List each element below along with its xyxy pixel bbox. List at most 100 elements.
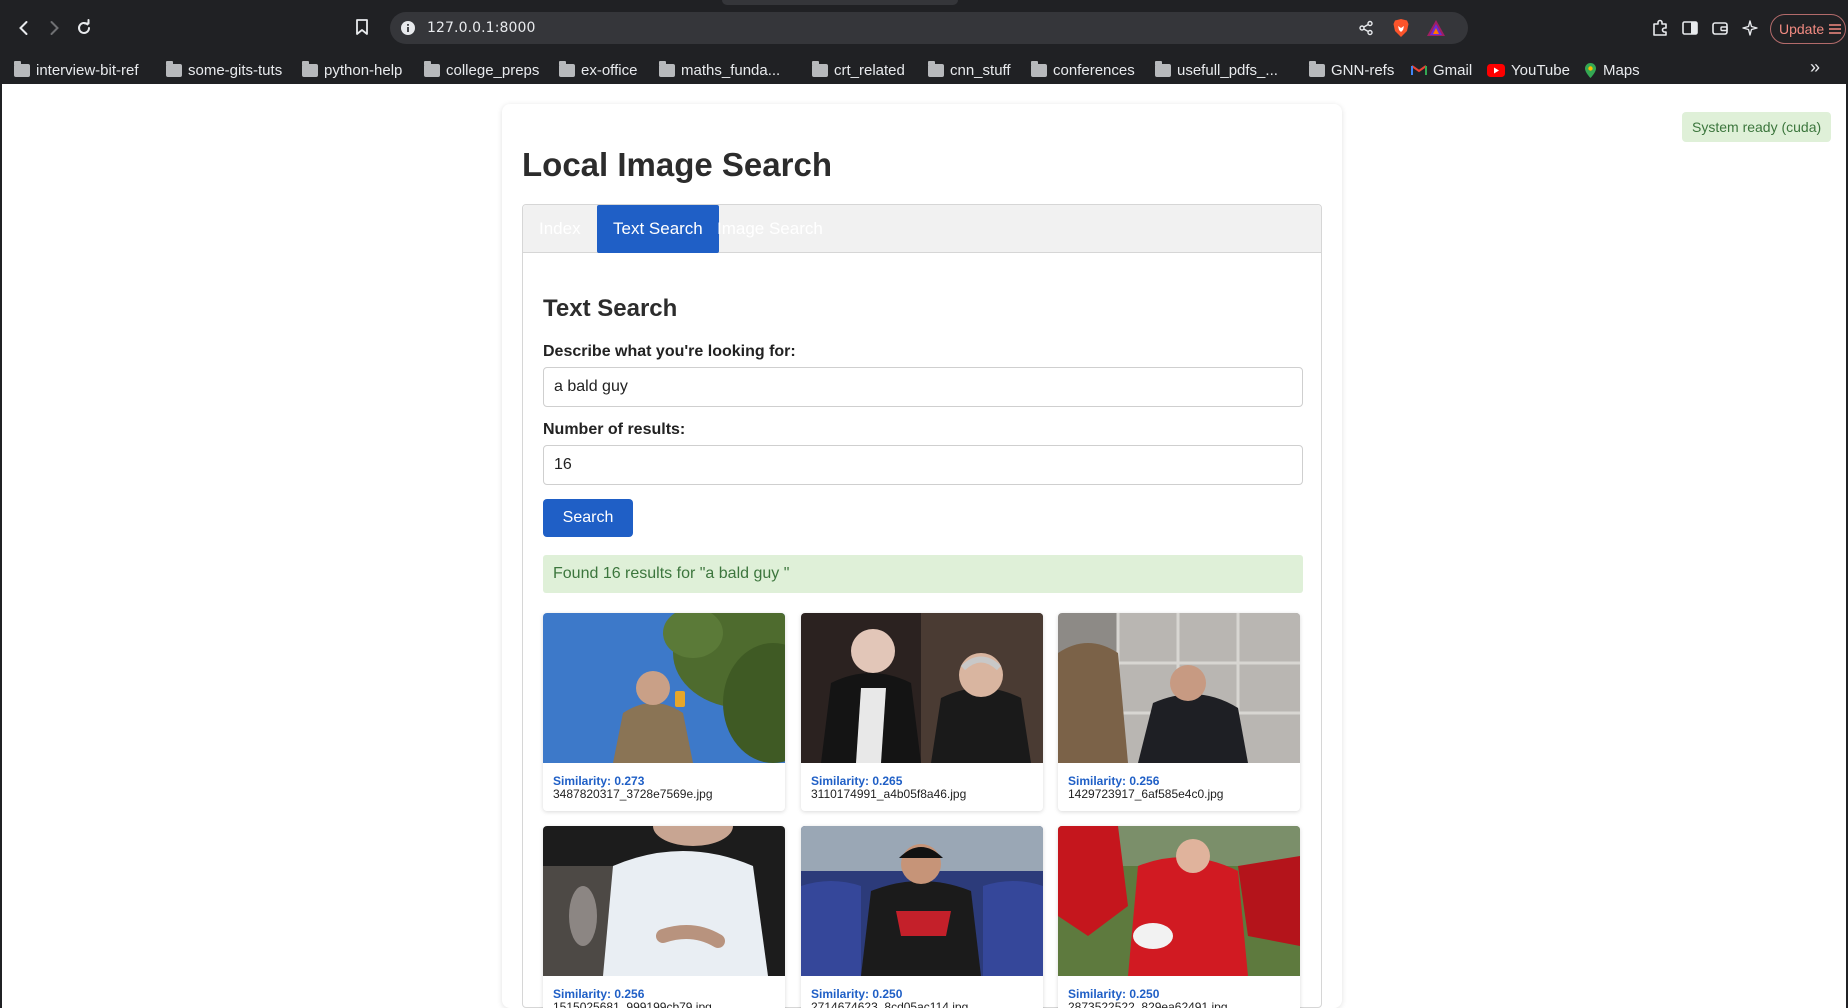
menu-icon — [1829, 24, 1842, 34]
thumbnail-image — [543, 826, 785, 976]
bookmark-some-gits-tuts[interactable]: some-gits-tuts — [166, 56, 282, 84]
wallet-icon[interactable] — [1710, 18, 1730, 38]
search-button[interactable]: Search — [543, 499, 633, 537]
result-thumbnail[interactable] — [801, 826, 1043, 976]
bookmark-label: cnn_stuff — [950, 61, 1011, 79]
bookmark-maps[interactable]: Maps — [1584, 56, 1640, 84]
bookmark-icon — [356, 19, 368, 35]
folder-icon — [1309, 60, 1325, 77]
bookmark-label: python-help — [324, 61, 403, 79]
bookmark-python-help[interactable]: python-help — [302, 56, 402, 84]
gmail-icon — [1411, 65, 1427, 75]
folder-icon — [424, 60, 440, 77]
tab-index[interactable]: Index — [523, 205, 597, 253]
bookmark-label: conferences — [1053, 61, 1135, 79]
result-card[interactable]: Similarity: 0.273 3487820317_3728e7569e.… — [543, 613, 785, 811]
reload-icon — [78, 19, 90, 34]
result-filename: 2873522522_829ea62491.jpg — [1068, 1000, 1228, 1008]
brave-shields-icon[interactable] — [1392, 18, 1410, 38]
reload-button[interactable] — [72, 16, 96, 40]
bookmark-label: Gmail — [1433, 61, 1473, 79]
result-count-label: Number of results: — [543, 421, 686, 438]
result-filename: 1429723917_6af585e4c0.jpg — [1068, 787, 1224, 801]
address-bar[interactable]: 127.0.0.1:8000 — [390, 12, 1468, 44]
result-thumbnail[interactable] — [543, 826, 785, 976]
share-icon[interactable] — [1358, 20, 1374, 36]
result-thumbnail[interactable] — [1058, 826, 1300, 976]
result-card[interactable]: Similarity: 0.250 2873522522_829ea62491.… — [1058, 826, 1300, 1008]
bookmark-page-button[interactable] — [354, 18, 370, 41]
thumbnail-image — [543, 613, 785, 763]
tab-panel: Index Text Search Image Search Text Sear… — [522, 204, 1322, 1008]
bookmark-label: ex-office — [581, 61, 638, 79]
bookmark-label: college_preps — [446, 61, 540, 79]
result-thumbnail[interactable] — [1058, 613, 1300, 763]
section-heading: Text Search — [543, 295, 678, 322]
result-card[interactable]: Similarity: 0.256 1429723917_6af585e4c0.… — [1058, 613, 1300, 811]
bookmark-maths-funda[interactable]: maths_funda... — [659, 56, 780, 84]
bookmark-ex-office[interactable]: ex-office — [559, 56, 637, 84]
bookmark-label: YouTube — [1511, 61, 1570, 79]
folder-icon — [928, 60, 944, 77]
maps-icon — [1585, 62, 1596, 78]
bookmark-college-preps[interactable]: college_preps — [424, 56, 539, 84]
tab-strip-hint — [722, 0, 958, 5]
app-container: Local Image Search Index Text Search Ima… — [502, 104, 1342, 1008]
bookmark-interview-bit-ref[interactable]: interview-bit-ref — [14, 56, 139, 84]
query-label: Describe what you're looking for: — [543, 343, 796, 360]
thumbnail-image — [1058, 613, 1300, 763]
forward-button[interactable] — [42, 16, 66, 40]
result-thumbnail[interactable] — [543, 613, 785, 763]
folder-icon — [1155, 60, 1171, 77]
result-card[interactable]: Similarity: 0.256 1515025681_999199cb79.… — [543, 826, 785, 1008]
similarity-score: Similarity: 0.250 — [811, 987, 903, 1001]
address-url[interactable]: 127.0.0.1:8000 — [427, 20, 536, 36]
bookmark-label: some-gits-tuts — [188, 61, 283, 79]
extensions-icon[interactable] — [1650, 18, 1670, 38]
similarity-score: Similarity: 0.250 — [1068, 987, 1160, 1001]
bookmark-conferences[interactable]: conferences — [1031, 56, 1135, 84]
brave-rewards-icon[interactable] — [1426, 19, 1446, 37]
result-count-input[interactable] — [543, 445, 1303, 485]
update-label: Update — [1779, 21, 1825, 37]
tab-bar: Index Text Search Image Search — [523, 205, 1321, 253]
bookmark-gnn-refs[interactable]: GNN-refs — [1309, 56, 1394, 84]
bookmark-label: maths_funda... — [681, 61, 781, 79]
folder-icon — [14, 60, 30, 77]
thumbnail-image — [1058, 826, 1300, 976]
bookmark-label: Maps — [1603, 61, 1640, 79]
more-bookmarks-button[interactable]: » — [1810, 57, 1820, 78]
youtube-icon — [1487, 63, 1505, 77]
result-thumbnail[interactable] — [801, 613, 1043, 763]
results-found-message: Found 16 results for "a bald guy " — [543, 555, 1303, 593]
bookmark-youtube[interactable]: YouTube — [1487, 56, 1570, 84]
result-card[interactable]: Similarity: 0.250 2714674623_8cd05ac114.… — [801, 826, 1043, 1008]
sidebar-icon[interactable] — [1680, 18, 1700, 38]
similarity-score: Similarity: 0.256 — [1068, 774, 1160, 788]
leo-ai-icon[interactable] — [1740, 18, 1760, 38]
bookmark-usefull-pdfs[interactable]: usefull_pdfs_... — [1155, 56, 1278, 84]
bookmark-label: crt_related — [834, 61, 905, 79]
bookmark-label: GNN-refs — [1331, 61, 1395, 79]
result-card[interactable]: Similarity: 0.265 3110174991_a4b05f8a46.… — [801, 613, 1043, 811]
bookmarks-bar: interview-bit-ref some-gits-tuts python-… — [0, 56, 1848, 84]
result-filename: 3487820317_3728e7569e.jpg — [553, 787, 713, 801]
chevron-right-icon — [50, 21, 59, 35]
update-button[interactable]: Update — [1770, 14, 1846, 44]
bookmark-label: interview-bit-ref — [36, 61, 139, 79]
result-filename: 1515025681_999199cb79.jpg — [553, 1000, 712, 1008]
tab-image-search[interactable]: Image Search — [701, 205, 839, 253]
folder-icon — [302, 60, 318, 77]
site-info-icon[interactable] — [400, 20, 416, 36]
back-button[interactable] — [12, 16, 36, 40]
result-filename: 2714674623_8cd05ac114.jpg — [811, 1000, 969, 1008]
query-input[interactable] — [543, 367, 1303, 407]
thumbnail-image — [801, 826, 1043, 976]
result-filename: 3110174991_a4b05f8a46.jpg — [811, 787, 967, 801]
bookmark-label: usefull_pdfs_... — [1177, 61, 1278, 79]
bookmark-gmail[interactable]: Gmail — [1411, 56, 1472, 84]
bookmark-crt-related[interactable]: crt_related — [812, 56, 905, 84]
similarity-score: Similarity: 0.265 — [811, 774, 903, 788]
browser-toolbar: 127.0.0.1:8000 Update — [0, 0, 1848, 56]
bookmark-cnn-stuff[interactable]: cnn_stuff — [928, 56, 1011, 84]
